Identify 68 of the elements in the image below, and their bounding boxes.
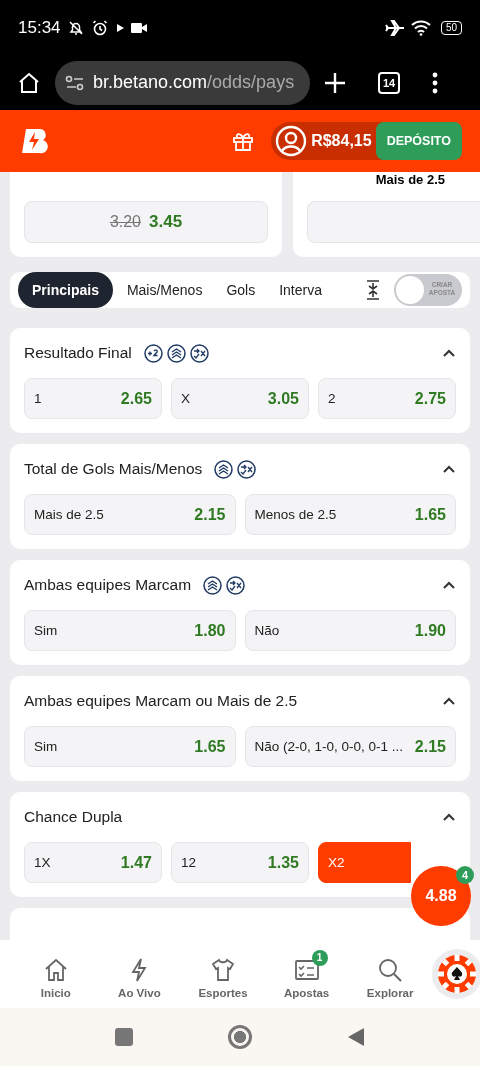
home-icon[interactable] [17,70,41,95]
odds-button[interactable]: X 3.05 [171,378,309,419]
swap-icon [189,343,209,363]
tab[interactable]: Gols [216,272,266,308]
odds-button[interactable]: Não (2-0, 1-0, 0-0, 0-1 ... 2.15 [244,726,456,767]
odds-button[interactable]: 2 2.75 [318,378,456,419]
nav-item[interactable]: 1 Apostas [264,947,349,1001]
home-button[interactable] [228,1025,252,1049]
nav-item[interactable]: Inicio [14,947,98,1001]
account-balance[interactable]: R$84,15 DEPÓSITO [271,122,462,160]
shirt-icon [210,956,236,983]
market-title: Chance Dupla [24,808,123,826]
poker-chip-icon [436,954,477,994]
casino-button[interactable] [431,949,480,999]
nav-item[interactable]: Esportes [181,947,265,1001]
odds-button[interactable]: Não 1.90 [244,610,456,651]
odds-button[interactable]: X2 [318,842,411,883]
tab-count-button[interactable]: 14 [378,71,400,94]
collapse-icon[interactable] [366,280,380,300]
odds-button[interactable]: Sim 1.80 [24,610,236,651]
chevron-icon[interactable] [442,812,456,822]
odds-button[interactable]: 1 2.65 [24,378,162,419]
address-bar[interactable]: br.betano.com/odds/pays [55,60,310,105]
logo-icon[interactable] [20,127,50,155]
clock: 15:34 [18,17,61,38]
plus-icon[interactable] [324,71,346,94]
chevron-icon[interactable] [442,580,456,590]
plus-two-icon [143,343,163,363]
play-icon [114,22,125,33]
market-title: Ambas equipes Marcam ou Mais de 2.5 [24,692,298,710]
odds-button[interactable]: 3.20 3.45 [24,201,268,243]
tab[interactable]: Principais [18,272,113,308]
user-icon[interactable] [275,125,308,157]
tab[interactable]: Mais/Menos [116,272,213,308]
url-text: br.betano.com/odds/pays [93,72,295,93]
nav-item[interactable]: Explorar [348,947,432,1001]
swap-icon [237,459,257,479]
layers-icon [214,459,234,479]
more-icon[interactable] [432,71,438,94]
back-button[interactable] [347,1027,365,1047]
tab[interactable]: Interva [269,272,332,308]
battery-indicator: 50 [440,20,462,35]
swap-icon [226,575,246,595]
wifi-icon [410,19,431,36]
layers-icon [203,575,223,595]
alarm-icon [90,18,109,37]
camera-icon [130,21,147,34]
bell-off-icon [66,18,85,37]
market-title: Total de Gols Mais/Menos [24,460,203,478]
site-settings-icon[interactable] [65,74,85,91]
outcome-label: Mais de 2.5 [375,172,445,187]
chevron-icon[interactable] [442,696,456,706]
balance-amount: R$84,15 [311,132,372,150]
market-title: Resultado Final [24,344,132,362]
market-title: Ambas equipes Marcam [24,576,192,594]
airplane-icon [384,18,405,37]
odds-button[interactable]: Mais de 2.5 2.15 [24,494,236,535]
odds-button[interactable]: Menos de 2.5 1.65 [244,494,456,535]
chevron-icon[interactable] [442,464,456,474]
notification-badge: 1 [311,949,328,966]
chevron-icon[interactable] [442,348,456,358]
odds-button[interactable]: 12 1.35 [171,842,309,883]
layers-icon [166,343,186,363]
odds-button[interactable]: Sim 1.65 [24,726,236,767]
nav-item[interactable]: Ao Vivo [97,947,182,1001]
search-icon [377,956,404,983]
odds-button[interactable]: 1X 1.47 [24,842,162,883]
betslip-count-badge: 4 [456,866,474,884]
